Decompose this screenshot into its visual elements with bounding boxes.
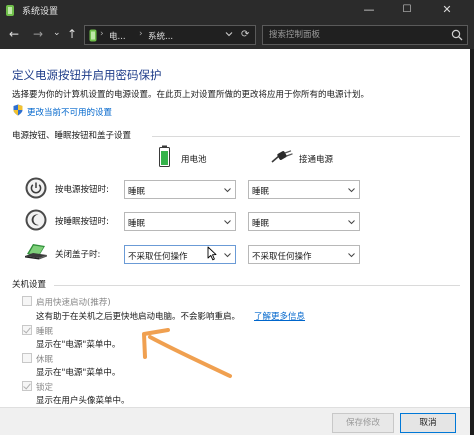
minimize-button[interactable]: — bbox=[354, 0, 384, 21]
navigation-bar: ← → ⌄ ↑ › 电... › 系统... ⟳ bbox=[0, 21, 474, 49]
breadcrumb-item[interactable]: 系统... bbox=[148, 30, 173, 42]
close-button[interactable]: ✕ bbox=[432, 0, 462, 21]
search-icon[interactable] bbox=[451, 29, 463, 41]
window-title: 系统设置 bbox=[22, 7, 59, 17]
annotation-arrow-icon bbox=[142, 328, 232, 378]
title-bar: 系统设置 — ☐ ✕ bbox=[0, 0, 474, 21]
up-button[interactable]: ↑ bbox=[67, 27, 77, 41]
search-input[interactable] bbox=[263, 26, 448, 44]
window-edge bbox=[470, 49, 474, 435]
recent-locations-button[interactable]: ⌄ bbox=[53, 26, 61, 40]
forward-button[interactable]: → bbox=[33, 27, 43, 41]
main-content: 定义电源按钮并启用密码保护 选择要为你的计算机设置的电源设置。在此页上对设置所做… bbox=[0, 49, 474, 407]
breadcrumb-separator: › bbox=[100, 29, 104, 39]
cancel-button[interactable]: 取消 bbox=[400, 413, 456, 433]
footer-bar: 保存修改 取消 bbox=[0, 407, 474, 435]
save-changes-button[interactable]: 保存修改 bbox=[332, 413, 394, 433]
breadcrumb-item[interactable]: 电... bbox=[109, 30, 126, 42]
control-panel-icon bbox=[89, 29, 97, 42]
control-panel-icon bbox=[6, 5, 14, 16]
back-button[interactable]: ← bbox=[9, 27, 19, 41]
maximize-button[interactable]: ☐ bbox=[392, 0, 422, 21]
chevron-down-icon[interactable] bbox=[225, 30, 233, 38]
search-box[interactable] bbox=[262, 25, 468, 45]
breadcrumb-separator: › bbox=[139, 29, 143, 39]
refresh-icon[interactable]: ⟳ bbox=[241, 29, 249, 40]
address-bar[interactable]: › 电... › 系统... ⟳ bbox=[84, 25, 256, 45]
